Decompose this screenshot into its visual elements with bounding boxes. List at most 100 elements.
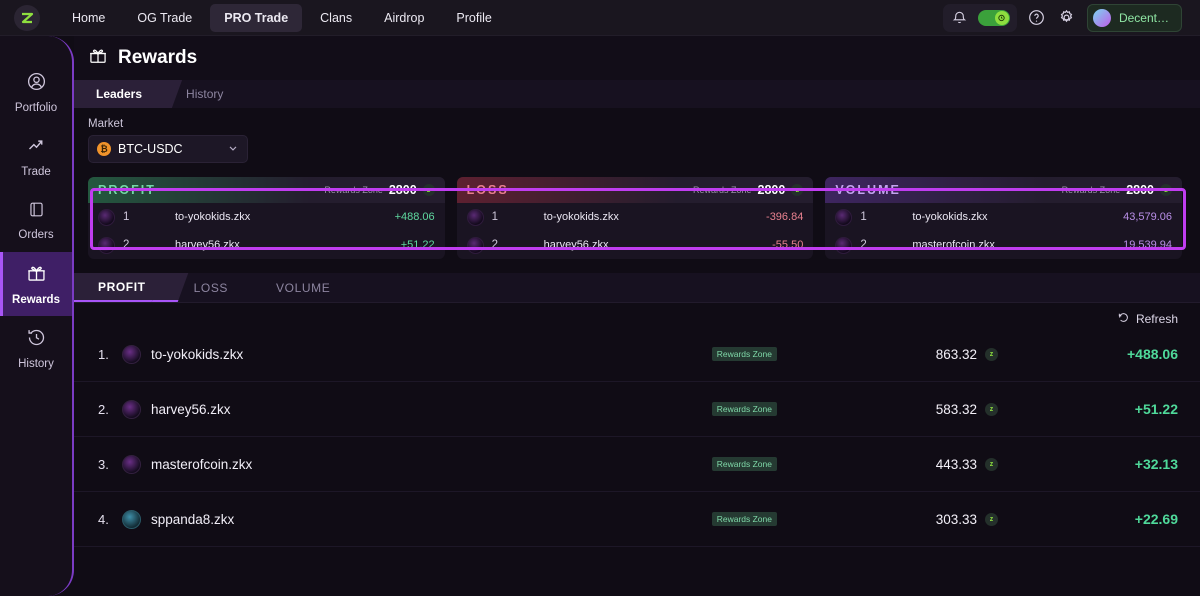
rank-index: 4. bbox=[98, 511, 109, 527]
subtab-volume[interactable]: VOLUME bbox=[252, 273, 354, 302]
amount-value: +22.69 bbox=[1134, 511, 1178, 527]
sidebar-item-label: Portfolio bbox=[14, 101, 58, 114]
rank-index: 2. bbox=[98, 401, 109, 417]
card-row[interactable]: 1 to-yokokids.zkx 43,579.06 bbox=[825, 203, 1182, 231]
status-badge: Rewards Zone bbox=[711, 347, 777, 361]
score-value: 863.32 bbox=[935, 346, 977, 362]
help-icon[interactable] bbox=[1027, 8, 1047, 28]
notification-group bbox=[942, 3, 1017, 32]
zkx-logo-icon[interactable] bbox=[14, 4, 40, 31]
card-row[interactable]: 2 harvey56.zkx +51.22 bbox=[88, 231, 445, 259]
trader-name: to-yokokids.zkx bbox=[912, 211, 988, 223]
tab-leaders[interactable]: Leaders bbox=[74, 80, 165, 108]
leaderboard-list: 1. to-yokokids.zkx Rewards Zone 863.32 z… bbox=[74, 327, 1200, 547]
refresh-icon bbox=[1117, 311, 1130, 327]
gear-icon[interactable] bbox=[1057, 8, 1077, 28]
avatar bbox=[122, 399, 141, 419]
nav-link-home[interactable]: Home bbox=[58, 4, 119, 32]
trader-name: to-yokokids.zkx bbox=[175, 211, 251, 223]
gift-icon bbox=[26, 263, 47, 289]
rewards-page: Home OG Trade PRO Trade Clans Airdrop Pr… bbox=[0, 0, 1200, 596]
list-item[interactable]: 1. to-yokokids.zkx Rewards Zone 863.32 z… bbox=[74, 327, 1200, 382]
page-title: Rewards bbox=[118, 47, 198, 68]
trader-name: to-yokokids.zkx bbox=[543, 211, 619, 223]
nav-link-og-trade[interactable]: OG Trade bbox=[123, 4, 206, 32]
trader-name: harvey56.zkx bbox=[175, 239, 240, 251]
amount-value: +32.13 bbox=[1134, 456, 1178, 472]
sidebar-item-trade[interactable]: Trade bbox=[0, 124, 72, 188]
trader-name: masterofcoin.zkx bbox=[151, 456, 253, 472]
rank: 2 bbox=[860, 239, 867, 251]
value: +488.06 bbox=[394, 211, 435, 223]
trader-name: to-yokokids.zkx bbox=[151, 346, 244, 362]
amount-value: +51.22 bbox=[1134, 401, 1178, 417]
bitcoin-icon: ₿ bbox=[97, 142, 111, 156]
avatar bbox=[466, 208, 484, 226]
nav-link-pro-trade[interactable]: PRO Trade bbox=[210, 3, 303, 32]
avatar bbox=[122, 344, 141, 364]
subtab-profit[interactable]: PROFIT bbox=[74, 273, 170, 302]
avatar bbox=[98, 236, 115, 254]
nav-link-profile[interactable]: Profile bbox=[442, 4, 505, 32]
sidebar-item-label: Orders bbox=[18, 228, 54, 241]
trader-name: masterofcoin.zkx bbox=[912, 239, 995, 251]
primary-tabs: Leaders History bbox=[74, 80, 1200, 108]
token-icon: z bbox=[985, 347, 998, 361]
rewards-zone-label: Rewards Zone bbox=[693, 185, 752, 195]
list-item[interactable]: 4. sppanda8.zkx Rewards Zone 303.33 z +2… bbox=[74, 492, 1200, 547]
card-title: LOSS bbox=[466, 183, 509, 197]
subtab-loss[interactable]: LOSS bbox=[170, 273, 252, 302]
rewards-zone-label: Rewards Zone bbox=[1061, 185, 1121, 195]
trend-up-icon bbox=[26, 135, 47, 161]
tab-history[interactable]: History bbox=[164, 80, 245, 108]
card-volume: VOLUME Rewards Zone 2800 z 1 to-yokokids… bbox=[825, 177, 1183, 259]
card-row[interactable]: 2 harvey56.zkx -55.50 bbox=[457, 231, 814, 259]
token-icon: z bbox=[422, 184, 435, 196]
avatar bbox=[98, 208, 115, 226]
book-icon bbox=[27, 200, 46, 224]
token-icon: z bbox=[985, 512, 998, 526]
token-icon: z bbox=[791, 184, 804, 196]
avatar bbox=[122, 509, 141, 529]
amount-value: +488.06 bbox=[1127, 346, 1178, 362]
page-header: Rewards bbox=[74, 36, 1200, 80]
market-select[interactable]: ₿ BTC-USDC bbox=[88, 135, 248, 163]
value: -396.84 bbox=[766, 211, 804, 223]
nav-link-airdrop[interactable]: Airdrop bbox=[370, 4, 438, 32]
rewards-zone-group: Rewards Zone 2800 z bbox=[324, 183, 435, 197]
sidebar-item-rewards[interactable]: Rewards bbox=[0, 252, 72, 316]
card-header: LOSS Rewards Zone 2800 z bbox=[456, 177, 814, 203]
card-row[interactable]: 2 masterofcoin.zkx 19,539.94 bbox=[825, 231, 1182, 259]
card-title: VOLUME bbox=[835, 183, 901, 197]
sidebar-item-history[interactable]: History bbox=[0, 316, 72, 380]
bell-icon[interactable] bbox=[950, 8, 970, 28]
status-badge: Rewards Zone bbox=[711, 402, 777, 416]
value: 19,539.94 bbox=[1123, 239, 1173, 251]
alerts-toggle[interactable] bbox=[977, 9, 1010, 26]
value: +51.22 bbox=[400, 239, 435, 251]
card-header: VOLUME Rewards Zone 2800 z bbox=[825, 177, 1183, 203]
avatar bbox=[1092, 8, 1111, 27]
value: -55.50 bbox=[772, 239, 804, 251]
card-row[interactable]: 1 to-yokokids.zkx -396.84 bbox=[457, 203, 814, 231]
market-select-value: BTC-USDC bbox=[118, 142, 183, 156]
card-profit: PROFIT Rewards Zone 2800 z 1 to-yokokids… bbox=[88, 177, 445, 259]
list-item[interactable]: 3. masterofcoin.zkx Rewards Zone 443.33 … bbox=[74, 437, 1200, 492]
leaderboard-tabs: PROFIT LOSS VOLUME bbox=[74, 273, 1200, 303]
card-row[interactable]: 1 to-yokokids.zkx +488.06 bbox=[88, 203, 445, 231]
avatar bbox=[466, 236, 484, 254]
rank-index: 3. bbox=[98, 456, 109, 472]
nav-links: Home OG Trade PRO Trade Clans Airdrop Pr… bbox=[58, 3, 506, 32]
nav-link-clans[interactable]: Clans bbox=[306, 4, 366, 32]
refresh-button[interactable]: Refresh bbox=[1117, 311, 1178, 327]
sidebar-item-orders[interactable]: Orders bbox=[0, 188, 72, 252]
list-item[interactable]: 2. harvey56.zkx Rewards Zone 583.32 z +5… bbox=[74, 382, 1200, 437]
status-badge: Rewards Zone bbox=[711, 512, 777, 526]
rank: 1 bbox=[123, 211, 130, 223]
main-content: Rewards Leaders History Market ₿ BTC-USD… bbox=[74, 36, 1200, 596]
account-button[interactable]: Decent… bbox=[1086, 3, 1182, 32]
card-header: PROFIT Rewards Zone 2800 z bbox=[88, 177, 445, 203]
sidebar-item-label: History bbox=[18, 357, 54, 370]
sidebar-item-portfolio[interactable]: Portfolio bbox=[0, 60, 72, 124]
card-title: PROFIT bbox=[98, 183, 156, 197]
